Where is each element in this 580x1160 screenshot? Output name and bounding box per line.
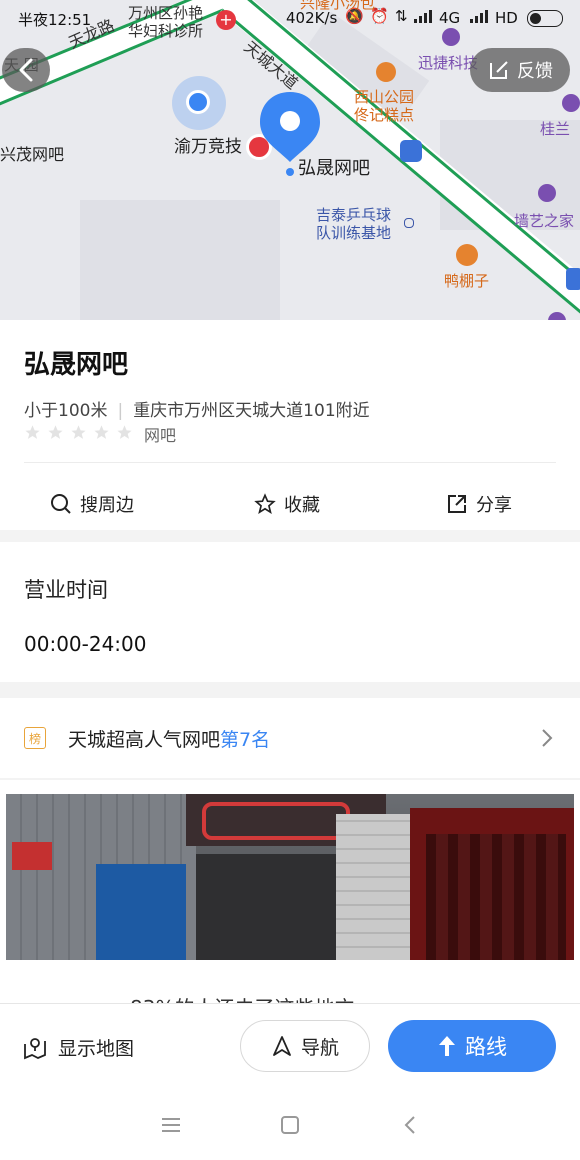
map-label-yapengzi: 鸭棚子	[444, 272, 490, 290]
map-label-xingmao: 兴茂网吧	[0, 145, 65, 164]
place-address: 重庆市万州区天城大道101附近	[133, 401, 370, 421]
navigation-arrow-icon	[273, 1036, 291, 1056]
place-distance: 小于100米	[24, 401, 108, 421]
network-hd: HD	[495, 9, 518, 27]
map-pin-icon	[24, 1037, 46, 1059]
ranking-text: 天城超高人气网吧第7名	[68, 725, 270, 752]
edit-icon	[490, 61, 508, 79]
storefront-photo[interactable]	[6, 794, 574, 960]
meta-separator: |	[117, 401, 124, 421]
neon-sign	[202, 802, 350, 840]
home-icon[interactable]	[280, 1115, 300, 1135]
bus-stop-icon-2	[566, 268, 580, 290]
search-nearby-label: 搜周边	[80, 495, 134, 516]
pin-dot	[286, 168, 294, 176]
back-arrow-icon	[19, 58, 33, 82]
my-location-icon	[186, 90, 210, 114]
map-label-guilan: 桂兰	[540, 120, 571, 138]
star-outline-icon	[254, 493, 276, 515]
system-navigation-bar	[0, 1092, 580, 1160]
route-label: 路线	[465, 1035, 507, 1059]
place-category: 网吧	[144, 426, 177, 445]
hours-label: 营业时间	[24, 578, 108, 602]
search-nearby-button[interactable]: 搜周边	[50, 484, 134, 524]
signal-icon	[414, 8, 436, 28]
poi-dot	[404, 218, 414, 228]
star-icon	[48, 425, 63, 439]
rating-stars	[24, 424, 133, 441]
star-icon	[94, 425, 109, 439]
navigate-button[interactable]: 导航	[240, 1020, 370, 1072]
photo-section	[0, 780, 580, 970]
place-info-card: 弘晟网吧 小于100米 | 重庆市万州区天城大道101附近 网吧 搜周边 收藏 分享	[0, 320, 580, 530]
poi-cake-icon	[376, 62, 396, 82]
hours-card: 营业时间 00:00-24:00	[0, 542, 580, 682]
route-button[interactable]: 路线	[388, 1020, 556, 1072]
status-time: 半夜12:51	[18, 11, 92, 29]
map-label-xinglong: 兴隆小汤包	[300, 0, 376, 12]
poi-purple-icon	[442, 28, 460, 46]
signal-icon-2	[470, 8, 492, 28]
chevron-right-icon	[542, 729, 553, 747]
data-icon: ⇅	[395, 7, 408, 25]
show-map-button[interactable]: 显示地图	[22, 1034, 134, 1061]
ranking-row[interactable]: 榜 天城超高人气网吧第7名	[0, 698, 580, 778]
place-name: 弘晟网吧	[24, 350, 129, 380]
poi-purple-icon-2	[562, 94, 580, 112]
share-label: 分享	[476, 495, 512, 516]
star-icon	[117, 425, 132, 439]
map-label-qiangyi: 墙艺之家	[514, 212, 575, 230]
map-label-hospital: 万州区孙艳 华妇科诊所	[128, 4, 204, 40]
hours-value: 00:00-24:00	[24, 632, 147, 656]
search-icon	[51, 494, 71, 514]
star-icon	[71, 425, 86, 439]
ranking-number: 第7名	[220, 729, 271, 751]
divider	[24, 462, 556, 463]
route-arrow-icon	[439, 1036, 455, 1056]
map-label-jitai: 吉泰乒乓球 队训练基地	[316, 206, 392, 242]
show-map-label: 显示地图	[58, 1038, 135, 1060]
menu-icon[interactable]	[160, 1116, 182, 1134]
poi-food-icon	[456, 244, 478, 266]
feedback-label: 反馈	[517, 61, 553, 82]
map-label-xunjie: 迅捷科技	[418, 54, 479, 72]
ranking-badge-icon: 榜	[24, 727, 46, 749]
poi-purple-icon-3	[538, 184, 556, 202]
hospital-icon: +	[216, 10, 236, 30]
share-button[interactable]: 分享	[446, 484, 512, 524]
bottom-action-bar: 显示地图 导航 路线	[0, 1003, 580, 1092]
map-label-xishan: 西山公园 佟记糕点	[354, 88, 415, 124]
back-button[interactable]	[2, 48, 50, 92]
map-view[interactable]: 半夜12:51 402K/s 🔕 ⏰ ⇅ 4G HD 兴隆小汤包 万州区孙艳 华…	[0, 0, 580, 320]
network-4g: 4G	[439, 9, 461, 27]
map-label-hongsheng: 弘晟网吧	[298, 158, 370, 179]
also-visited-section: 83%的人还去了这些地方	[0, 970, 580, 1004]
selected-pin-icon	[260, 92, 320, 162]
ranking-title: 天城超高人气网吧	[68, 729, 221, 751]
favorite-button[interactable]: 收藏	[254, 484, 320, 524]
place-meta: 小于100米 | 重庆市万州区天城大道101附近	[24, 396, 370, 421]
navigate-label: 导航	[300, 1036, 339, 1059]
back-nav-icon[interactable]	[402, 1114, 418, 1136]
battery-icon	[527, 10, 563, 27]
map-label-yuwan: 渝万竞技	[174, 137, 242, 157]
favorite-label: 收藏	[284, 495, 320, 516]
bus-stop-icon	[400, 140, 422, 162]
feedback-button[interactable]: 反馈	[470, 48, 570, 92]
share-icon	[448, 495, 466, 513]
star-icon	[25, 425, 40, 439]
